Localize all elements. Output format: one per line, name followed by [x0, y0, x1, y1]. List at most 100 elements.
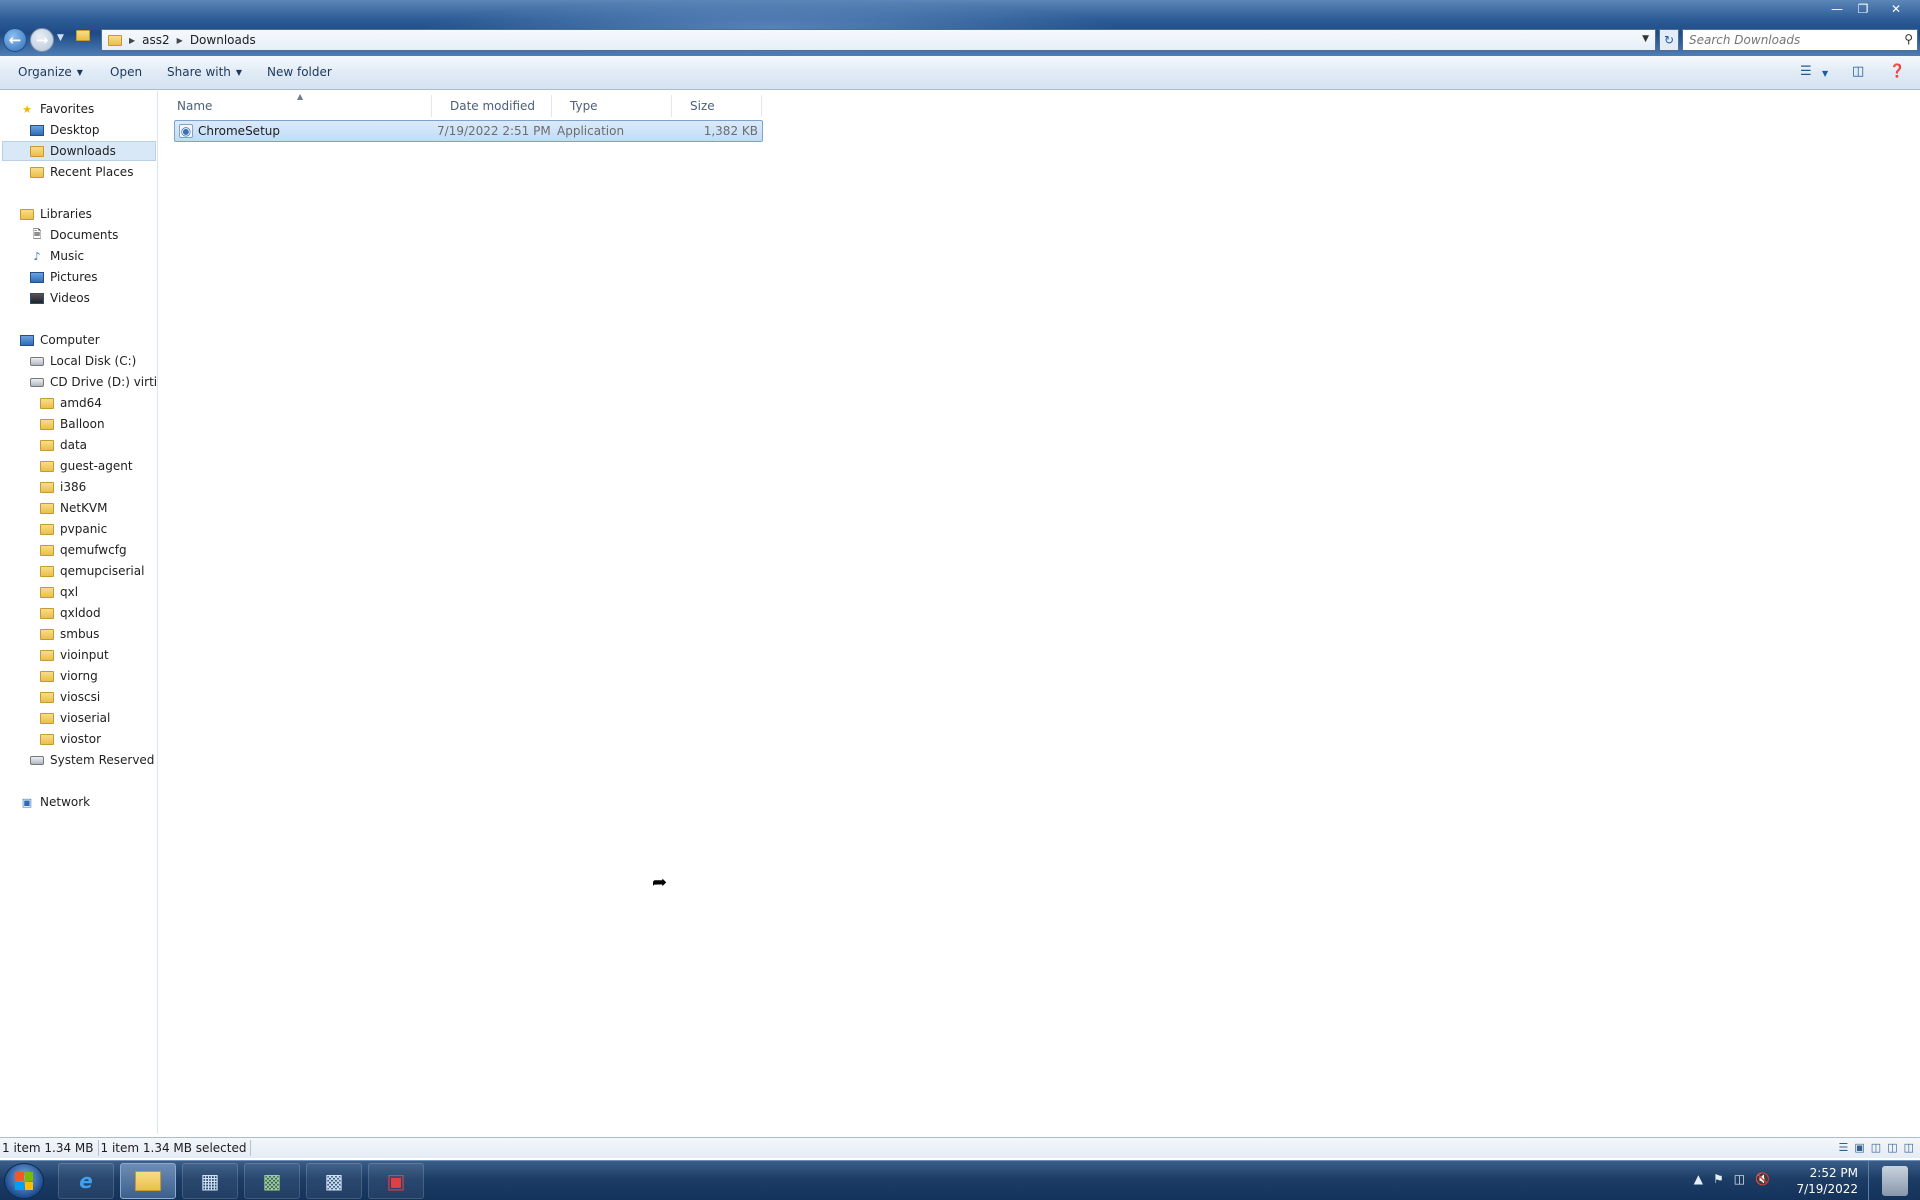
show-desktop-button[interactable]	[1868, 1161, 1920, 1200]
drive-icon	[30, 354, 44, 368]
column-size-label: Size	[690, 99, 715, 113]
organize-menu[interactable]: Organize ▼	[18, 65, 83, 79]
nav-folder-smbus[interactable]: smbus	[40, 624, 99, 644]
nav-libraries[interactable]: Libraries	[20, 204, 92, 224]
search-input[interactable]	[1689, 33, 1889, 47]
nav-cd-drive[interactable]: CD Drive (D:) virtio-v	[30, 372, 158, 392]
view-options-icon[interactable]: ☰	[1800, 64, 1812, 79]
nav-folder-vioinput[interactable]: vioinput	[40, 645, 109, 665]
nav-recent-places[interactable]: Recent Places	[30, 162, 133, 182]
column-header-type[interactable]: Type	[552, 95, 672, 117]
column-header-name[interactable]: Name ▲	[159, 92, 432, 117]
nav-folder-viostor[interactable]: viostor	[40, 729, 101, 749]
nav-folder-vioserial[interactable]: vioserial	[40, 708, 110, 728]
nav-music[interactable]: ♪ Music	[30, 246, 84, 266]
nav-folder-vioscsi[interactable]: vioscsi	[40, 687, 100, 707]
nav-folder-qemupciserial[interactable]: qemupciserial	[40, 561, 144, 581]
nav-cd-drive-label: CD Drive (D:) virtio-v	[50, 375, 158, 389]
window-controls: — ❐ ✕	[1824, 0, 1916, 18]
nav-pictures[interactable]: Pictures	[30, 267, 98, 287]
nav-local-disk[interactable]: Local Disk (C:)	[30, 351, 136, 371]
share-with-menu[interactable]: Share with ▼	[167, 65, 242, 79]
preview-icon[interactable]: ◫	[1904, 1141, 1914, 1154]
nav-folder-qxldod[interactable]: qxldod	[40, 603, 101, 623]
application-icon: ◉	[179, 124, 193, 138]
mouse-cursor-icon: ➦	[652, 872, 668, 893]
clock[interactable]: 2:52 PM 7/19/2022	[1796, 1165, 1858, 1197]
network-taskbar-button[interactable]: ▩	[306, 1163, 362, 1199]
nav-folder-pvpanic[interactable]: pvpanic	[40, 519, 107, 539]
help-icon[interactable]: ❓	[1889, 64, 1905, 79]
action-center-flag-icon[interactable]: ⚑	[1713, 1172, 1724, 1186]
new-folder-button[interactable]: New folder	[267, 65, 332, 79]
folder-icon	[40, 648, 54, 662]
nav-folder-balloon[interactable]: Balloon	[40, 414, 105, 434]
search-box[interactable]: ⚲	[1682, 29, 1918, 51]
volume-muted-icon[interactable]: 🔇	[1755, 1172, 1770, 1186]
layout-icon[interactable]: ◫	[1871, 1141, 1881, 1154]
refresh-button[interactable]: ↻	[1659, 29, 1679, 51]
folder-icon	[40, 627, 54, 641]
pane-icon[interactable]: ◫	[1887, 1141, 1897, 1154]
nav-desktop[interactable]: Desktop	[30, 120, 100, 140]
recent-pages-dropdown-icon[interactable]: ▼	[57, 33, 64, 43]
preview-pane-icon[interactable]: ◫	[1852, 64, 1864, 79]
nav-computer[interactable]: Computer	[20, 330, 100, 350]
nav-folder-qxl[interactable]: qxl	[40, 582, 78, 602]
navigation-pane: ★ Favorites Desktop Downloads Recent Plac…	[0, 91, 158, 1134]
show-hidden-icons-icon[interactable]: ▲	[1694, 1172, 1703, 1186]
status-bar: 1 item 1.34 MB 1 item 1.34 MB selected ☰…	[0, 1137, 1920, 1158]
nav-network[interactable]: ▣ Network	[20, 792, 90, 812]
search-icon[interactable]: ⚲	[1904, 32, 1913, 46]
folder-icon	[40, 501, 54, 515]
nav-folder-viorng[interactable]: viorng	[40, 666, 98, 686]
close-button[interactable]: ✕	[1876, 0, 1916, 18]
large-icons-view-icon[interactable]: ▣	[1854, 1141, 1864, 1154]
nav-folder-data[interactable]: data	[40, 435, 87, 455]
server-manager-taskbar-button[interactable]: ▩	[244, 1163, 300, 1199]
view-dropdown-icon[interactable]: ▼	[1822, 69, 1828, 78]
nav-folder-label: Balloon	[60, 417, 105, 431]
breadcrumb-chevron-icon[interactable]: ▶	[177, 36, 183, 45]
forward-button[interactable]: →	[30, 28, 54, 52]
start-button[interactable]	[4, 1163, 44, 1199]
nav-system-reserved[interactable]: System Reserved (E:)	[30, 750, 157, 770]
nav-system-reserved-label: System Reserved (E:)	[50, 753, 157, 767]
nav-folder-label: amd64	[60, 396, 102, 410]
drive-icon	[30, 753, 44, 767]
breadcrumb-chevron-icon[interactable]: ▶	[129, 36, 135, 45]
breadcrumb-ass2[interactable]: ass2	[142, 33, 170, 47]
breadcrumb-downloads[interactable]: Downloads	[190, 33, 256, 47]
details-view-icon[interactable]: ☰	[1839, 1141, 1849, 1154]
column-header-size[interactable]: Size	[672, 95, 762, 117]
folder-icon	[108, 34, 122, 46]
status-item-count: 1 item 1.34 MB	[0, 1140, 99, 1156]
nav-folder-netkvm[interactable]: NetKVM	[40, 498, 108, 518]
back-button[interactable]: ←	[3, 28, 27, 52]
nav-favorites[interactable]: ★ Favorites	[20, 99, 94, 119]
maximize-button[interactable]: ❐	[1850, 0, 1876, 18]
nav-folder-label: qemufwcfg	[60, 543, 127, 557]
column-header-date-modified[interactable]: Date modified	[432, 95, 552, 117]
address-bar[interactable]: ▶ ass2 ▶ Downloads ▼	[101, 29, 1656, 51]
internet-explorer-icon: e	[79, 1169, 93, 1193]
address-dropdown-icon[interactable]: ▼	[1642, 34, 1649, 44]
nav-videos[interactable]: Videos	[30, 288, 90, 308]
chevron-down-icon: ▼	[235, 67, 243, 77]
nav-folder-i386[interactable]: i386	[40, 477, 86, 497]
nav-folder-guest-agent[interactable]: guest-agent	[40, 456, 133, 476]
nav-documents[interactable]: 🗎 Documents	[30, 225, 119, 245]
taskbar: e ▦ ▩ ▩ ▣ ▲ ⚑ ◫ 🔇 2:52 PM 7/19/2022	[0, 1160, 1920, 1200]
control-panel-taskbar-button[interactable]: ▦	[182, 1163, 238, 1199]
internet-explorer-taskbar-button[interactable]: e	[58, 1163, 114, 1199]
nav-downloads[interactable]: Downloads	[2, 141, 156, 161]
explorer-taskbar-button[interactable]	[120, 1163, 176, 1199]
sort-ascending-icon: ▲	[297, 92, 304, 101]
network-status-icon[interactable]: ◫	[1734, 1172, 1745, 1186]
nav-folder-qemufwcfg[interactable]: qemufwcfg	[40, 540, 127, 560]
nav-folder-amd64[interactable]: amd64	[40, 393, 102, 413]
open-button[interactable]: Open	[110, 65, 142, 79]
minimize-button[interactable]: —	[1824, 0, 1850, 18]
toolbox-taskbar-button[interactable]: ▣	[368, 1163, 424, 1199]
table-row[interactable]: ◉ ChromeSetup 7/19/2022 2:51 PM Applicat…	[174, 120, 763, 142]
